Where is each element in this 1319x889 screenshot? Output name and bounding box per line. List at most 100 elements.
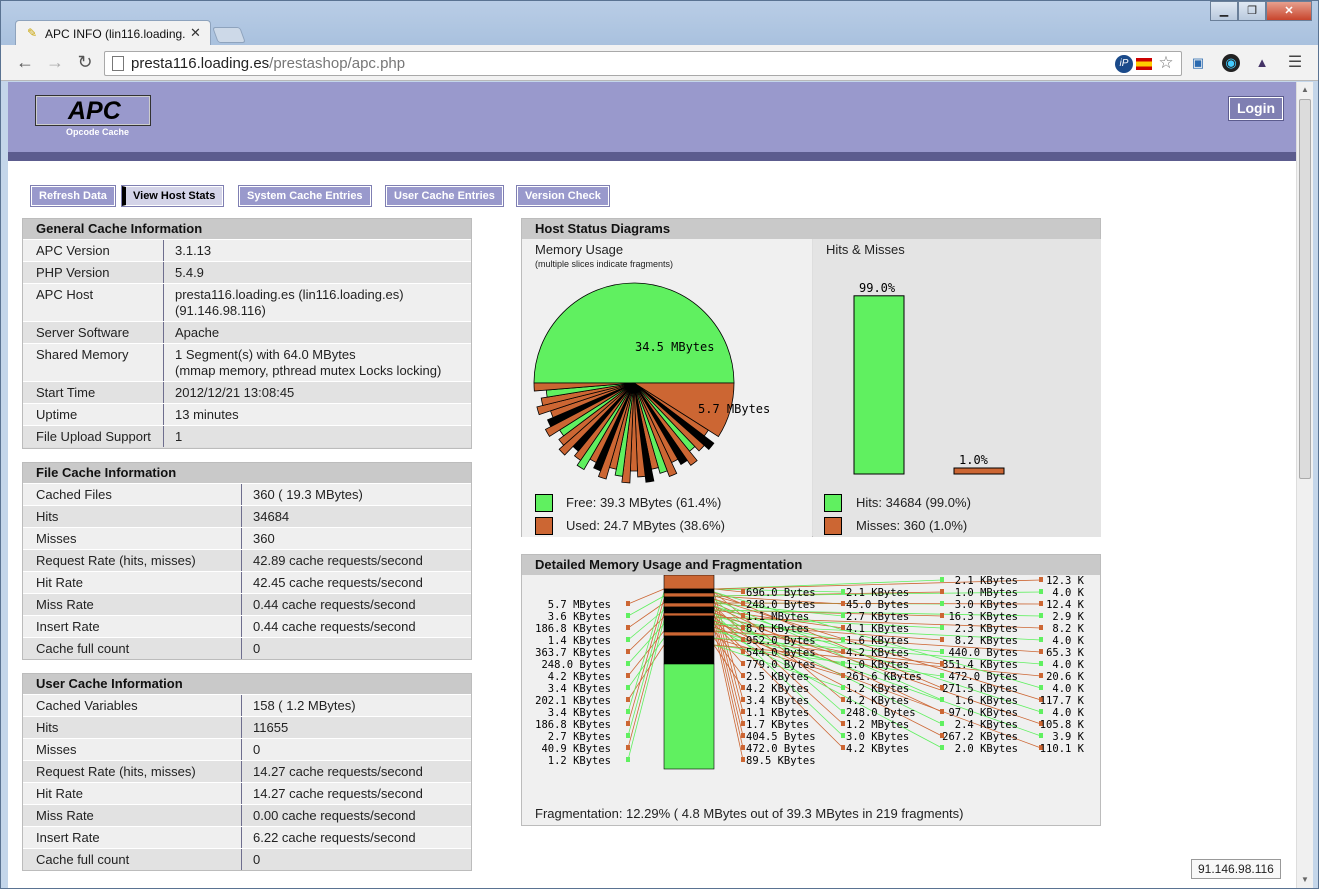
user-cache-title: User Cache Information xyxy=(23,674,471,694)
fragment-marker xyxy=(741,709,745,714)
legend-free-swatch xyxy=(535,494,553,512)
info-value: 3.1.13 xyxy=(175,243,212,258)
favicon-icon: ✎ xyxy=(27,26,38,40)
scroll-down-icon[interactable]: ▼ xyxy=(1297,872,1313,888)
info-value: 34684 xyxy=(253,509,290,524)
column-divider xyxy=(241,616,242,637)
info-value: 360 xyxy=(253,531,275,546)
forward-icon[interactable]: → xyxy=(43,51,67,75)
new-tab-button[interactable] xyxy=(212,27,246,43)
reload-icon[interactable]: ↻ xyxy=(73,51,97,75)
fragment-label: 4.2 KBytes xyxy=(746,683,809,695)
column-divider xyxy=(241,638,242,659)
column-divider xyxy=(163,240,164,261)
address-bar[interactable]: presta116.loading.es/prestashop/apc.php … xyxy=(104,51,1182,76)
fragment-label: 2.3 KBytes xyxy=(955,623,1018,635)
tab-close-icon[interactable]: ✕ xyxy=(190,25,201,41)
info-row: Miss Rate 0.00 cache requests/second xyxy=(23,804,471,826)
fragment-label: 351.4 KBytes xyxy=(942,659,1018,671)
menu-icon[interactable]: ☰ xyxy=(1286,54,1304,72)
color-extension-icon[interactable]: ◉ xyxy=(1222,54,1240,72)
fragment-marker xyxy=(940,625,944,630)
scrollbar-thumb[interactable] xyxy=(1299,99,1311,479)
fragment-marker xyxy=(1039,589,1043,594)
fragment-link xyxy=(627,588,665,605)
fragment-label: 4.0 K xyxy=(1052,683,1084,695)
window-extension-icon[interactable]: ▣ xyxy=(1189,54,1207,72)
menu-user-cache-entries[interactable]: User Cache Entries xyxy=(385,185,504,207)
info-value: 5.4.9 xyxy=(175,265,204,280)
bookmark-star-icon[interactable]: ☆ xyxy=(1157,54,1175,72)
legend-misses: Misses: 360 (1.0%) xyxy=(856,518,968,533)
fragment-marker xyxy=(741,625,745,630)
fragment-marker xyxy=(1039,649,1043,654)
maximize-button[interactable]: ❐ xyxy=(1238,1,1266,21)
fragment-link xyxy=(627,619,665,761)
info-key: File Upload Support xyxy=(36,429,151,444)
fragment-label: 2.7 KBytes xyxy=(846,611,909,623)
legend-free: Free: 39.3 MBytes (61.4%) xyxy=(566,495,722,510)
tab-apc-info[interactable]: ✎ APC INFO (lin116.loading. ✕ xyxy=(15,20,211,46)
scroll-up-icon[interactable]: ▲ xyxy=(1297,82,1313,98)
info-value: 42.89 cache requests/second xyxy=(253,553,423,568)
page-scrollbar[interactable]: ▲ ▼ xyxy=(1296,82,1313,888)
fragment-marker xyxy=(741,613,745,618)
fragment-label: 248.0 Bytes xyxy=(846,707,916,719)
info-key: Miss Rate xyxy=(36,597,94,612)
fragment-label: 2.5 KBytes xyxy=(746,671,809,683)
info-row: File Upload Support 1 xyxy=(23,425,471,447)
fragment-marker xyxy=(841,673,845,678)
ip-extension-icon[interactable]: iP xyxy=(1115,55,1133,73)
fragment-label: 2.9 K xyxy=(1052,611,1084,623)
fragment-marker xyxy=(626,625,630,630)
fragment-marker xyxy=(841,661,845,666)
menu-view-host-stats[interactable]: View Host Stats xyxy=(120,185,225,207)
info-value: Apache xyxy=(175,325,220,340)
fragment-marker xyxy=(626,757,630,762)
fragment-label: 1.7 KBytes xyxy=(746,719,809,731)
fragment-marker xyxy=(940,745,944,750)
fragment-label: 4.0 K xyxy=(1052,707,1084,719)
fragment-label: 4.1 KBytes xyxy=(846,623,909,635)
fragment-label: 1.2 KBytes xyxy=(846,683,909,695)
fragment-label: 404.5 Bytes xyxy=(746,731,816,743)
eye-extension-icon[interactable]: ▲ xyxy=(1253,54,1271,72)
file-cache-info: File Cache Information Cached Files 360 (… xyxy=(22,462,472,660)
fragment-label: 472.0 Bytes xyxy=(746,743,816,755)
fragment-label: 267.2 KBytes xyxy=(942,731,1018,743)
info-row: Uptime 13 minutes xyxy=(23,403,471,425)
apc-logo-subtitle: Opcode Cache xyxy=(66,127,130,137)
close-window-button[interactable]: ✕ xyxy=(1266,1,1312,21)
info-value: 0 xyxy=(253,742,261,757)
memory-pie-chart: 34.5 MBytes 5.7 MBytes xyxy=(533,282,770,484)
fragment-marker xyxy=(940,697,944,702)
info-row: Miss Rate 0.44 cache requests/second xyxy=(23,593,471,615)
fragmentation-summary: Fragmentation: 12.29% ( 4.8 MBytes out o… xyxy=(535,806,964,821)
menu-refresh-data[interactable]: Refresh Data xyxy=(30,185,116,207)
info-value: 2012/12/21 13:08:45 xyxy=(175,385,295,400)
menu-version-check[interactable]: Version Check xyxy=(516,185,610,207)
info-row: PHP Version 5.4.9 xyxy=(23,261,471,283)
fragment-marker xyxy=(741,721,745,726)
menu-system-cache-entries[interactable]: System Cache Entries xyxy=(238,185,372,207)
tab-title: APC INFO (lin116.loading. xyxy=(45,27,185,41)
back-icon[interactable]: ← xyxy=(13,51,37,75)
column-divider xyxy=(241,761,242,782)
fragment-marker xyxy=(1039,613,1043,618)
fragment-marker xyxy=(741,757,745,762)
fragment-marker xyxy=(626,637,630,642)
fragment-marker xyxy=(741,637,745,642)
info-row: Request Rate (hits, misses) 14.27 cache r… xyxy=(23,760,471,782)
fragment-marker xyxy=(940,589,944,594)
column-divider xyxy=(163,404,164,425)
info-key: Shared Memory xyxy=(36,347,129,362)
info-key: Insert Rate xyxy=(36,619,100,634)
minimize-button[interactable]: ▁ xyxy=(1210,1,1238,21)
info-key: Misses xyxy=(36,531,77,546)
fragment-marker xyxy=(841,721,845,726)
fragment-label: 110.1 K xyxy=(1040,743,1085,755)
login-button[interactable]: Login xyxy=(1228,96,1284,121)
info-row: Request Rate (hits, misses) 42.89 cache r… xyxy=(23,549,471,571)
memory-segment xyxy=(663,596,715,604)
spain-flag-icon[interactable] xyxy=(1136,58,1152,70)
